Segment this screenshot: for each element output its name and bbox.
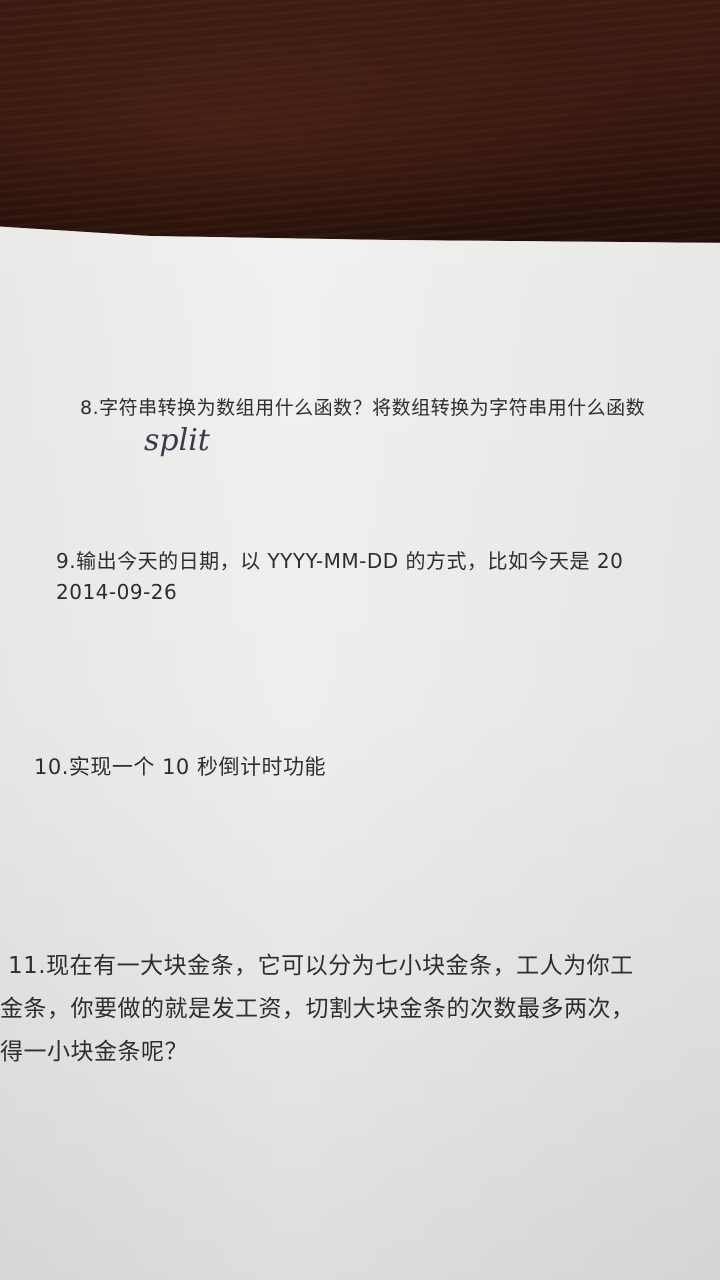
question-9-line-1: 9.输出今天的日期，以 YYYY-MM-DD 的方式，比如今天是 20 [56,549,624,573]
photo-scene: 8.字符串转换为数组用什么函数？将数组转换为字符串用什么函数 split 9.输… [0,0,720,1280]
question-8: 8.字符串转换为数组用什么函数？将数组转换为字符串用什么函数 [80,393,645,420]
question-9-line-2: 2014-09-26 [56,580,178,604]
question-10-text: 10.实现一个 10 秒倒计时功能 [34,755,326,779]
question-9: 9.输出今天的日期，以 YYYY-MM-DD 的方式，比如今天是 20 2014… [56,546,623,608]
question-11-line-3: 得一小块金条呢？ [0,1039,188,1065]
question-11-line-2: 金条，你要做的就是发工资，切割大块金条的次数最多两次， [0,996,635,1022]
question-11-line-1: 11.现在有一大块金条，它可以分为七小块金条，工人为你工 [8,953,634,979]
handwritten-answer-text: split [144,423,211,458]
question-10: 10.实现一个 10 秒倒计时功能 [34,751,326,781]
question-8-text: 8.字符串转换为数组用什么函数？将数组转换为字符串用什么函数 [80,397,646,419]
question-11: 11.现在有一大块金条，它可以分为七小块金条，工人为你工 金条，你要做的就是发工… [0,945,635,1074]
handwritten-answer-split: split [144,423,211,458]
